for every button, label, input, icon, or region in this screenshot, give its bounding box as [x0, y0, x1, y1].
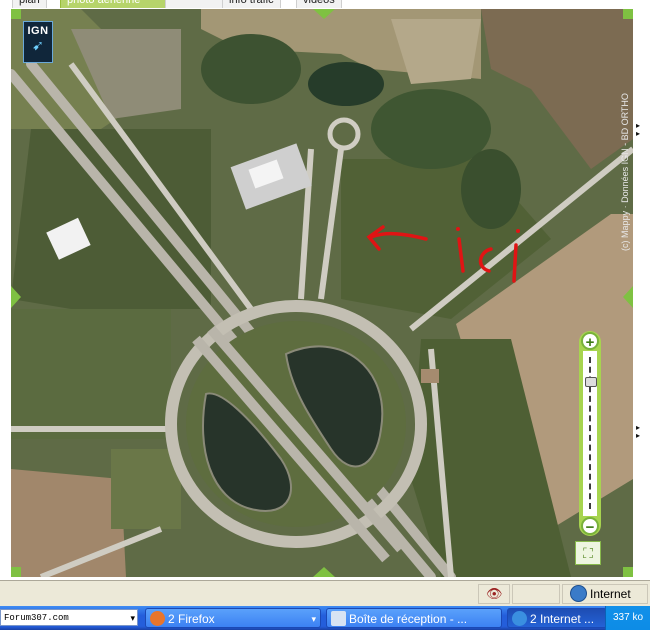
pan-down-left-corner[interactable] [11, 567, 21, 577]
pan-left-arrow[interactable] [11, 286, 21, 308]
ign-logo-text: IGN [27, 25, 49, 37]
taskbar-button-internet[interactable]: 2 Internet ... [507, 608, 607, 628]
zoom-handle[interactable] [585, 377, 597, 388]
status-bar: 👁 Internet [0, 580, 650, 606]
map-copyright-text: (c) Mappy · Données IGN - BD ORTHO [620, 93, 630, 251]
taskbar-button-label: 2 Internet ... [530, 612, 595, 626]
scroll-arrows-icon: ▸ ▸ [636, 121, 641, 138]
privacy-report-icon[interactable]: 👁 [486, 586, 503, 602]
taskbar-button-mail[interactable]: Boîte de réception - ... [326, 608, 502, 628]
pan-up-arrow[interactable] [313, 9, 335, 19]
mail-icon [331, 611, 346, 626]
tray-text: 337 ko [612, 612, 644, 623]
taskbar-button-label: 2 Firefox [168, 612, 215, 626]
ign-logo: IGN ➹ [23, 21, 53, 63]
chevron-down-icon: ▾ [311, 614, 316, 624]
aerial-photo [11, 9, 633, 577]
map-tabs: plan photo aérienne info trafic vidéos [0, 0, 650, 8]
system-tray: 337 ko [605, 606, 650, 630]
tab-videos[interactable]: vidéos [296, 0, 342, 8]
ie-icon [512, 611, 527, 626]
scroll-arrows-icon: ▸ ▸ [636, 423, 641, 440]
pan-down-right-corner[interactable] [623, 567, 633, 577]
zoom-out-button[interactable]: − [581, 517, 599, 536]
pan-up-left-corner[interactable] [11, 9, 21, 19]
security-zone-label: Internet [590, 587, 631, 601]
arrow-icon: ➹ [32, 37, 44, 53]
pan-up-right-corner[interactable] [623, 9, 633, 19]
aerial-map[interactable]: ici IGN ➹ (c) Mappy · Données IGN - BD O… [11, 9, 633, 577]
map-copyright: (c) Mappy · Données IGN - BD ORTHO [619, 73, 631, 273]
tab-disabled [165, 0, 227, 8]
taskbar: Forum307.com ▾ 2 Firefox ▾ Boîte de réce… [0, 606, 650, 630]
zoom-slider[interactable]: + − [575, 331, 605, 536]
taskbar-button-firefox[interactable]: 2 Firefox ▾ [145, 608, 321, 628]
address-text: Forum307.com [4, 613, 69, 623]
address-toolbar[interactable]: Forum307.com ▾ [0, 609, 138, 626]
tab-traffic-info[interactable]: info trafic [222, 0, 281, 8]
tab-plan[interactable]: plan [12, 0, 47, 8]
internet-zone-icon [570, 585, 587, 602]
tab-aerial-photo[interactable]: photo aérienne [60, 0, 170, 8]
chevron-down-icon[interactable]: ▾ [130, 610, 135, 627]
fullscreen-icon[interactable]: ⛶ [575, 541, 601, 565]
firefox-icon [150, 611, 165, 626]
taskbar-button-label: Boîte de réception - ... [349, 612, 468, 626]
pan-right-arrow[interactable] [623, 286, 633, 308]
pan-down-arrow[interactable] [313, 567, 335, 577]
zoom-in-button[interactable]: + [581, 332, 599, 351]
